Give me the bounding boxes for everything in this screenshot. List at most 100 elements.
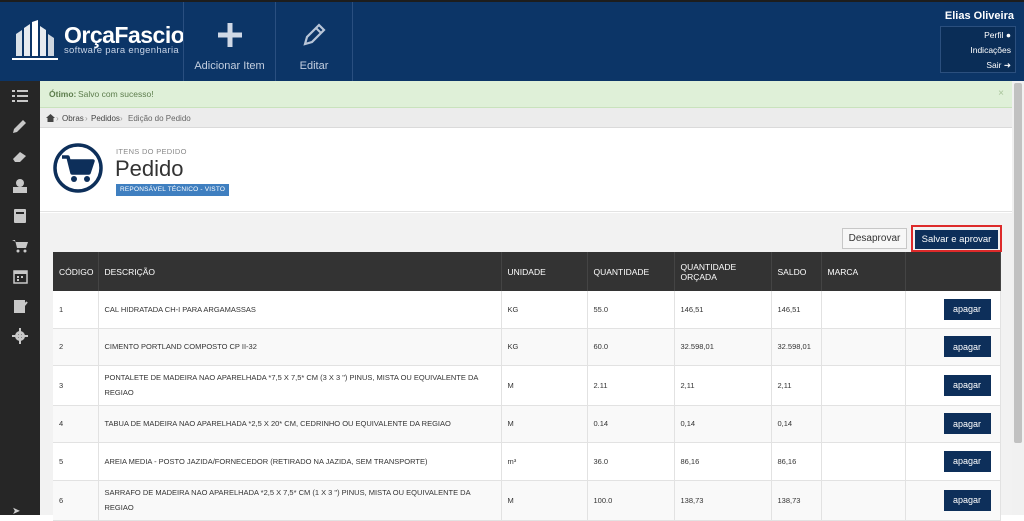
cell-unit: KG [501,328,588,366]
cell-unit: M [501,405,588,443]
delete-button[interactable]: apagar [943,374,991,396]
cell-description: AREIA MEDIA - POSTO JAZIDA/FORNECEDOR (R… [98,442,502,481]
clipboard-icon [13,300,28,313]
header-actions [905,252,1001,291]
page-title: Pedido [115,156,184,181]
cell-balance: 32.598,01 [771,328,822,366]
top-navbar: OrçaFascio software para engenharia Adic… [0,0,1024,81]
header-quantity: QUANTIDADE [587,252,675,291]
cell-budget: 2,11 [674,365,772,406]
cell-quantity: 100.0 [587,480,675,521]
calendar-icon [12,269,28,284]
alert-close-button[interactable]: × [998,88,1004,99]
table-row: 2 CIMENTO PORTLAND COMPOSTO CP II-32 KG … [53,328,1001,366]
cell-description: SARRAFO DE MADEIRA NAO APARELHADA *2,5 X… [98,480,502,521]
scrollbar-thumb[interactable] [1014,83,1022,443]
sidebar-toggle-icon[interactable]: ➤ [12,506,20,517]
table-header-row: CÓDIGO DESCRIÇÃO UNIDADE QUANTIDADE QUAN… [53,252,1001,291]
cell-description: PONTALETE DE MADEIRA NAO APARELHADA *7,5… [98,365,502,406]
cell-actions: apagar [905,365,1001,406]
gear-icon [12,328,28,344]
cell-description: CIMENTO PORTLAND COMPOSTO CP II-32 [98,328,502,366]
breadcrumb-obras[interactable]: Obras [62,114,84,123]
cell-actions: apagar [905,291,1001,329]
cell-budget: 0,14 [674,405,772,443]
cell-code: 4 [53,405,99,443]
save-approve-button[interactable]: Salvar e aprovar [915,230,998,249]
delete-button[interactable]: apagar [943,298,991,320]
cell-balance: 86,16 [771,442,822,481]
cell-balance: 2,11 [771,365,822,406]
sidebar-item-clipboard[interactable] [0,291,40,321]
sidebar-item-list[interactable] [0,81,40,111]
save-approve-highlight: Salvar e aprovar [911,225,1002,252]
user-block: Elias Oliveira Perfil ● Indicações Sair … [926,10,1016,73]
pencil-icon [13,120,26,133]
vertical-scrollbar[interactable] [1012,81,1024,515]
brand-logo[interactable]: OrçaFascio software para engenharia [12,18,185,66]
delete-button[interactable]: apagar [943,336,991,357]
cell-unit: M [501,480,588,521]
cell-quantity: 60.0 [587,328,675,366]
sidebar-item-pencil[interactable] [0,111,40,141]
sidebar-item-settings[interactable] [0,321,40,351]
cell-code: 1 [53,291,99,329]
alert-message: Salvo com sucesso! [78,89,154,99]
page-header: ITENS DO PEDIDO Pedido REPONSÁVEL TÉCNIC… [40,128,1012,212]
logout-icon: ➜ [1003,60,1011,70]
table-row: 4 TABUA DE MADEIRA NAO APARELHADA *2,5 X… [53,405,1001,443]
indications-label: Indicações [970,45,1011,55]
breadcrumb-separator: › [85,114,88,123]
sidebar-item-book[interactable] [0,201,40,231]
delete-button[interactable]: apagar [943,489,991,511]
money-icon [13,179,27,193]
header-code: CÓDIGO [53,252,99,291]
disapprove-button[interactable]: Desaprovar [842,228,907,249]
table-row: 6 SARRAFO DE MADEIRA NAO APARELHADA *2,5… [53,480,1001,521]
success-alert: Ótimo: Salvo com sucesso! × [40,81,1012,108]
user-name: Elias Oliveira [944,10,1014,22]
pencil-icon [303,23,326,46]
alert-title: Ótimo: [49,89,77,99]
sidebar-item-calendar[interactable] [0,261,40,291]
home-icon[interactable] [46,114,55,124]
breadcrumb-pedidos[interactable]: Pedidos [91,114,120,123]
cell-unit: KG [501,291,588,329]
main-content: Ótimo: Salvo com sucesso! × › Obras › Pe… [40,81,1012,521]
user-menu: Perfil ● Indicações Sair ➜ [940,26,1016,73]
indications-link[interactable]: Indicações [941,42,1015,57]
add-item-label: Adicionar Item [194,60,265,72]
add-item-button[interactable]: Adicionar Item [183,2,275,81]
profile-link[interactable]: Perfil ● [941,27,1015,42]
logout-link[interactable]: Sair ➜ [941,57,1015,72]
profile-label: Perfil [984,30,1004,40]
cell-brand [821,365,906,406]
cell-code: 6 [53,480,99,521]
sidebar-item-eraser[interactable] [0,141,40,171]
cell-budget: 86,16 [674,442,772,481]
logout-label: Sair [986,60,1002,70]
delete-button[interactable]: apagar [943,413,991,434]
cell-unit: M [501,365,588,406]
sidebar-item-cart[interactable] [0,231,40,261]
building-logo-icon [12,20,58,60]
breadcrumb: › Obras › Pedidos › Edição do Pedido [40,108,1012,128]
cell-code: 3 [53,365,99,406]
table-row: 5 AREIA MEDIA - POSTO JAZIDA/FORNECEDOR … [53,442,1001,481]
cart-circle-icon [53,143,103,193]
user-icon: ● [1005,30,1011,40]
breadcrumb-separator: › [120,114,123,123]
header-brand: MARCA [821,252,906,291]
items-table: CÓDIGO DESCRIÇÃO UNIDADE QUANTIDADE QUAN… [53,252,1001,521]
cell-brand [821,442,906,481]
sidebar-item-money[interactable] [0,171,40,201]
cell-budget: 146,51 [674,291,772,329]
cell-actions: apagar [905,480,1001,521]
edit-button[interactable]: Editar [275,2,353,81]
cell-quantity: 2.11 [587,365,675,406]
delete-button[interactable]: apagar [943,450,991,472]
sidebar [0,81,40,515]
cart-icon [12,240,28,253]
cell-description: CAL HIDRATADA CH-I PARA ARGAMASSAS [98,291,502,329]
cell-description: TABUA DE MADEIRA NAO APARELHADA *2,5 X 2… [98,405,502,443]
